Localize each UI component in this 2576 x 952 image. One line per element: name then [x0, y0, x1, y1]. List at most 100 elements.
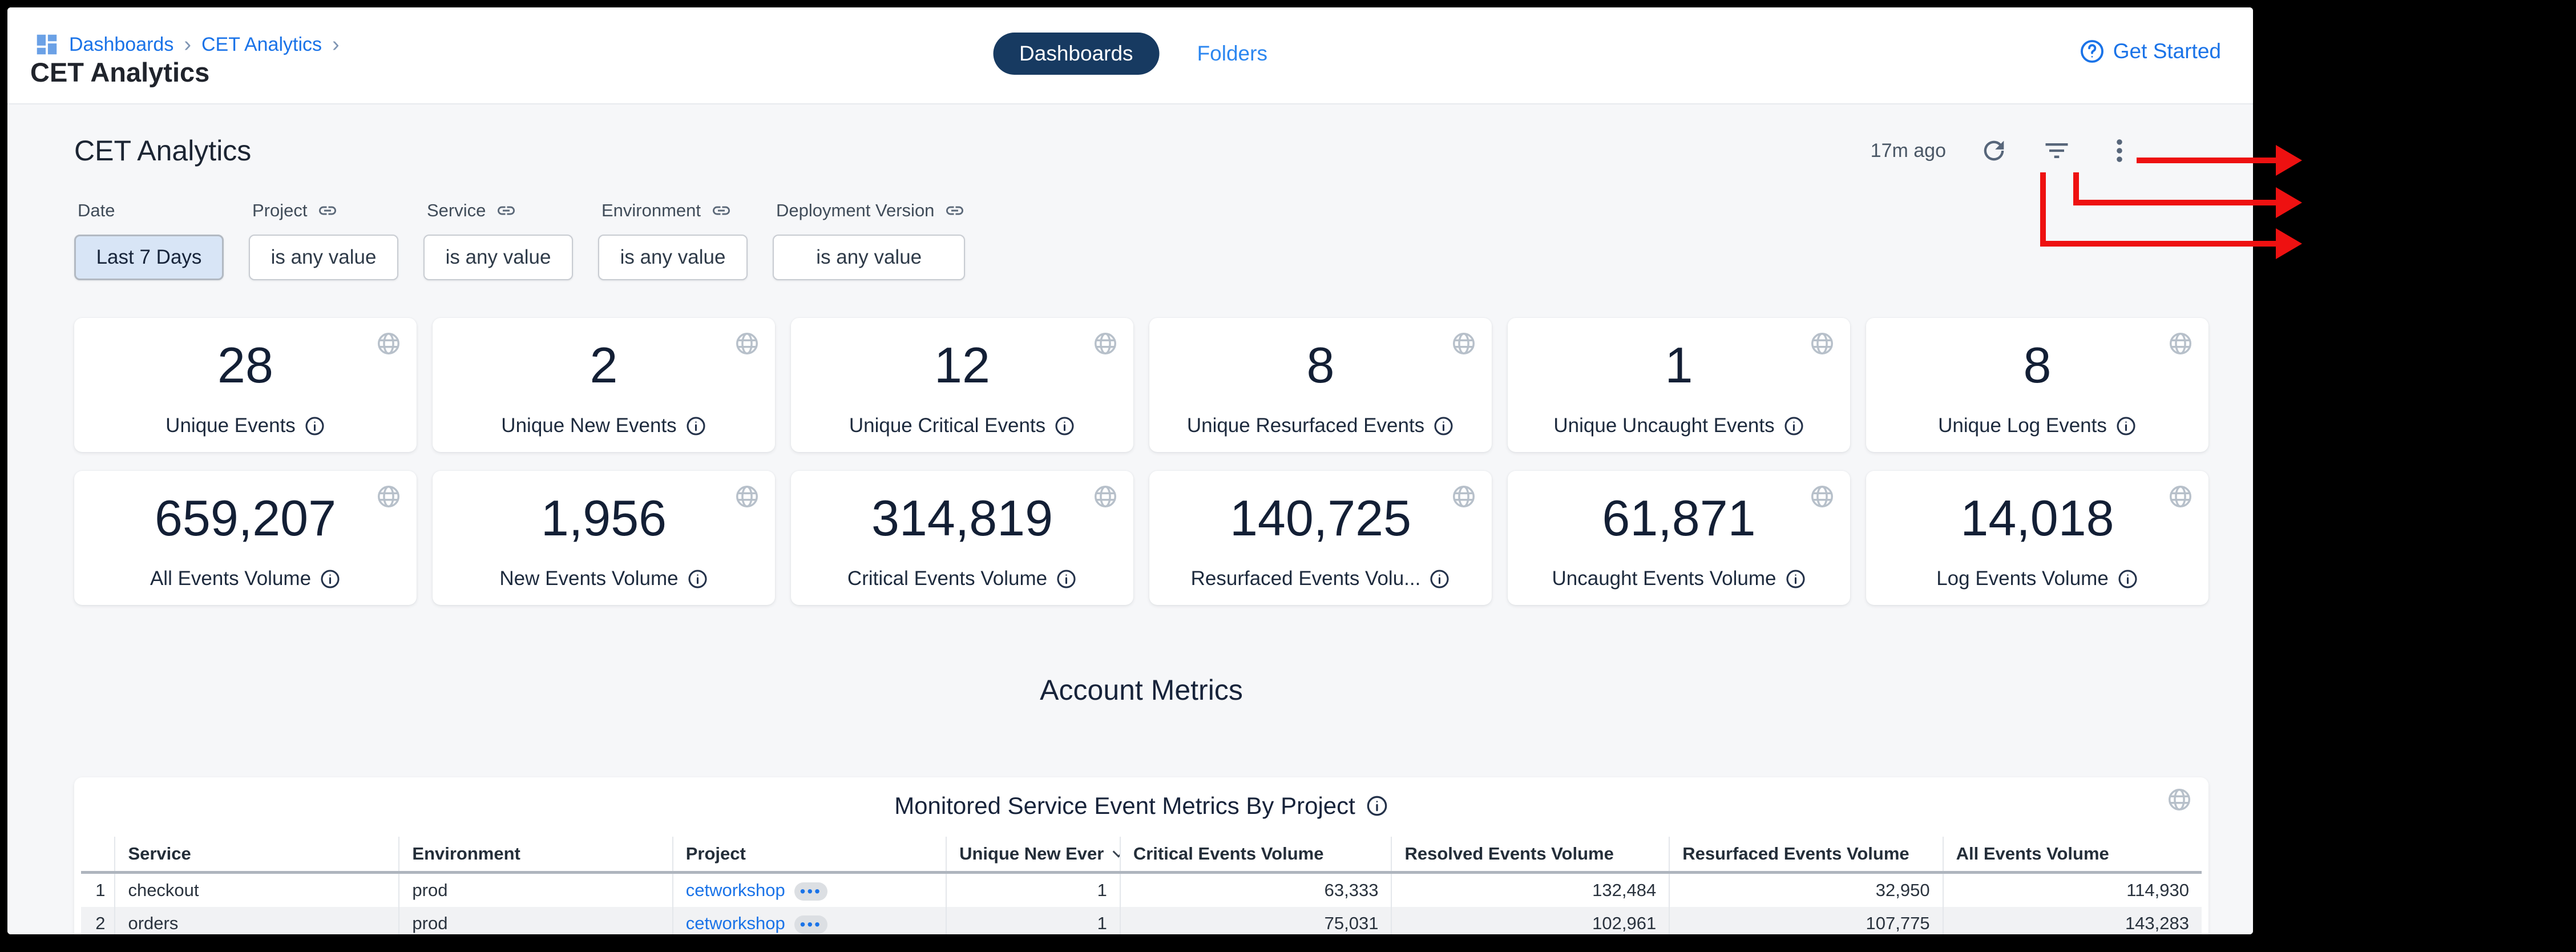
column-header-environment[interactable]: Environment [399, 837, 672, 873]
filter-icon[interactable] [2042, 136, 2072, 166]
dashboard-title: CET Analytics [74, 134, 251, 167]
tile-unique-uncaught-events[interactable]: 1 Unique Uncaught Events [1508, 318, 1850, 452]
tile-unique-events[interactable]: 28 Unique Events [74, 318, 417, 452]
info-icon[interactable] [320, 568, 341, 590]
project-more-chip[interactable]: ••• [794, 882, 827, 901]
cell-resolved-events-volume: 102,961 [1391, 907, 1669, 934]
annotation-arrow-kebab-head [2276, 145, 2302, 176]
column-header-critical-events-volume[interactable]: Critical Events Volume [1120, 837, 1392, 873]
link-icon [496, 200, 516, 221]
info-icon[interactable] [1783, 416, 1804, 437]
breadcrumb-cet-analytics[interactable]: CET Analytics [201, 34, 322, 56]
filter-deployment-version: Deployment Version is any value [773, 200, 965, 280]
filter-project: Project is any value [249, 200, 398, 280]
filter-date-label: Date [78, 200, 115, 221]
globe-icon [2167, 330, 2194, 357]
info-icon[interactable] [2117, 568, 2138, 590]
refresh-icon[interactable] [1979, 136, 2009, 166]
annotation-arrow-filter-hline [2073, 200, 2276, 205]
project-link[interactable]: cetworkshop [686, 880, 785, 900]
column-header-project[interactable]: Project [673, 837, 946, 873]
filter-deployment-version-value-button[interactable]: is any value [773, 235, 965, 280]
filter-service-value-button[interactable]: is any value [423, 235, 573, 280]
metrics-table: Service Environment Project Unique New E… [81, 837, 2202, 934]
info-icon[interactable] [2115, 416, 2137, 437]
project-link[interactable]: cetworkshop [686, 913, 785, 933]
tile-resurfaced-events-volume[interactable]: 140,725 Resurfaced Events Volu... [1149, 471, 1492, 605]
get-started-label: Get Started [2113, 39, 2221, 63]
globe-icon [1451, 330, 1477, 357]
tile-value: 140,725 [1230, 489, 1411, 547]
column-header-row-number [81, 837, 115, 873]
filter-project-value-button[interactable]: is any value [249, 235, 398, 280]
info-icon[interactable] [1366, 794, 1388, 817]
tile-value: 28 [217, 336, 273, 394]
dashboard-controls: 17m ago [1871, 136, 2134, 166]
filter-environment: Environment is any value [598, 200, 748, 280]
tile-value: 1,956 [541, 489, 667, 547]
column-header-resolved-events-volume[interactable]: Resolved Events Volume [1391, 837, 1669, 873]
globe-icon [1092, 483, 1119, 510]
table-card: Monitored Service Event Metrics By Proje… [74, 777, 2208, 934]
tab-dashboards[interactable]: Dashboards [993, 33, 1160, 75]
get-started-link[interactable]: Get Started [2079, 38, 2221, 64]
filter-environment-value-button[interactable]: is any value [598, 235, 748, 280]
info-icon[interactable] [304, 416, 325, 437]
globe-icon [734, 330, 760, 357]
filter-deployment-version-label: Deployment Version [776, 200, 934, 221]
breadcrumb-dashboards[interactable]: Dashboards [69, 34, 173, 56]
tile-log-events-volume[interactable]: 14,018 Log Events Volume [1866, 471, 2208, 605]
tile-unique-resurfaced-events[interactable]: 8 Unique Resurfaced Events [1149, 318, 1492, 452]
info-icon[interactable] [1056, 568, 1077, 590]
tile-unique-new-events[interactable]: 2 Unique New Events [433, 318, 775, 452]
dashboards-grid-icon [34, 31, 60, 58]
cell-environment: prod [399, 907, 672, 934]
table-title: Monitored Service Event Metrics By Proje… [74, 792, 2208, 820]
help-question-icon [2079, 38, 2105, 64]
section-heading-account-metrics: Account Metrics [74, 673, 2208, 707]
tile-all-events-volume[interactable]: 659,207 All Events Volume [74, 471, 417, 605]
column-header-service[interactable]: Service [115, 837, 399, 873]
top-bar: Dashboards › CET Analytics › CET Analyti… [7, 7, 2253, 104]
globe-icon [1809, 330, 1835, 357]
info-icon[interactable] [1433, 416, 1454, 437]
tile-new-events-volume[interactable]: 1,956 New Events Volume [433, 471, 775, 605]
tile-label: Unique Resurfaced Events [1187, 414, 1424, 437]
row-number: 2 [81, 907, 115, 934]
metric-tiles: 28 Unique Events 2 Unique New Events 12 … [74, 318, 2208, 605]
link-icon [711, 200, 732, 221]
tile-unique-log-events[interactable]: 8 Unique Log Events [1866, 318, 2208, 452]
cell-project: cetworkshop ••• [673, 907, 946, 934]
annotation-arrow-refresh-head [2276, 228, 2302, 259]
annotation-arrow-kebab-line [2137, 158, 2277, 163]
cell-service: orders [115, 907, 399, 934]
tile-critical-events-volume[interactable]: 314,819 Critical Events Volume [791, 471, 1133, 605]
dashboard-area: CET Analytics 17m ago Date Last 7 Days P… [7, 104, 2253, 934]
tile-unique-critical-events[interactable]: 12 Unique Critical Events [791, 318, 1133, 452]
tile-uncaught-events-volume[interactable]: 61,871 Uncaught Events Volume [1508, 471, 1850, 605]
info-icon[interactable] [1429, 568, 1450, 590]
column-header-resurfaced-events-volume[interactable]: Resurfaced Events Volume [1669, 837, 1943, 873]
info-icon[interactable] [1785, 568, 1806, 590]
project-more-chip[interactable]: ••• [794, 915, 827, 934]
table-row: 1 checkout prod cetworkshop••• 1 63,333 … [81, 873, 2202, 907]
column-header-unique-new-events[interactable]: Unique New Ever [946, 837, 1120, 873]
dashboard-header: CET Analytics 17m ago [74, 104, 2208, 167]
tile-label: New Events Volume [499, 567, 678, 590]
cell-resurfaced-events-volume: 32,950 [1669, 873, 1943, 907]
cell-unique-new-events: 1 [946, 873, 1120, 907]
row-number: 1 [81, 873, 115, 907]
tab-folders[interactable]: Folders [1197, 42, 1267, 66]
info-icon[interactable] [1054, 416, 1075, 437]
cell-critical-events-volume: 63,333 [1120, 873, 1392, 907]
info-icon[interactable] [685, 416, 706, 437]
info-icon[interactable] [687, 568, 708, 590]
tile-label: Unique Uncaught Events [1553, 414, 1774, 437]
filter-date-value-button[interactable]: Last 7 Days [74, 235, 224, 280]
last-refreshed-label: 17m ago [1871, 140, 1946, 162]
tile-value: 2 [590, 336, 618, 394]
tile-value: 1 [1665, 336, 1693, 394]
more-menu-kebab-icon[interactable] [2105, 136, 2134, 166]
tile-value: 659,207 [155, 489, 336, 547]
column-header-all-events-volume[interactable]: All Events Volume [1943, 837, 2202, 873]
